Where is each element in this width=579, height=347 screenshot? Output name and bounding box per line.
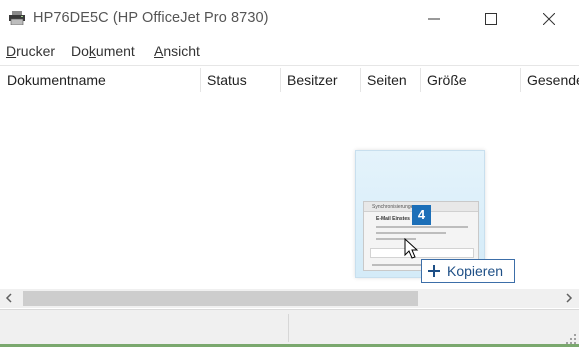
minimize-icon (428, 13, 440, 25)
minimize-button[interactable] (411, 0, 457, 38)
column-header-gesendet[interactable]: Gesende (520, 66, 579, 94)
drag-copy-tooltip: Kopieren (421, 259, 515, 283)
printer-icon (8, 11, 26, 26)
print-queue-window: HP76DE5C (HP OfficeJet Pro 8730) Drucker… (0, 0, 579, 347)
column-header-seiten[interactable]: Seiten (360, 66, 420, 94)
copy-label: Kopieren (447, 263, 504, 279)
mouse-cursor-icon (404, 237, 420, 260)
menu-dokument[interactable]: Dokument (71, 43, 135, 59)
window-title: HP76DE5C (HP OfficeJet Pro 8730) (33, 10, 269, 26)
maximize-icon (485, 13, 497, 25)
column-header-besitzer[interactable]: Besitzer (280, 66, 360, 94)
chevron-right-icon (565, 290, 573, 308)
thumbnail-text-line (376, 226, 468, 228)
title-bar[interactable]: HP76DE5C (HP OfficeJet Pro 8730) (0, 0, 579, 38)
resize-grip-icon[interactable] (565, 332, 577, 344)
column-header-dokumentname[interactable]: Dokumentname (0, 66, 200, 94)
chevron-left-icon (5, 290, 13, 308)
column-header-groesse[interactable]: Größe (420, 66, 520, 94)
thumbnail-text-line (376, 232, 446, 234)
status-divider (288, 314, 289, 342)
column-header-status[interactable]: Status (200, 66, 280, 94)
thumbnail-toolbar (370, 248, 474, 258)
close-button[interactable] (526, 0, 572, 38)
scroll-right-button[interactable] (559, 289, 579, 308)
menu-bar: Drucker Dokument Ansicht (0, 40, 579, 62)
scrollbar-thumb[interactable] (23, 291, 418, 306)
plus-icon (427, 264, 441, 278)
status-bar (0, 309, 579, 345)
drag-count-badge: 4 (412, 205, 431, 225)
column-headers: Dokumentname Status Besitzer Seiten Größ… (0, 65, 579, 93)
scroll-left-button[interactable] (0, 289, 18, 308)
maximize-button[interactable] (468, 0, 514, 38)
menu-drucker[interactable]: Drucker (6, 43, 55, 59)
close-icon (543, 13, 555, 25)
menu-ansicht[interactable]: Ansicht (154, 43, 200, 59)
horizontal-scrollbar[interactable] (0, 289, 579, 308)
thumbnail-title: E-Mail Einstes (376, 216, 410, 222)
